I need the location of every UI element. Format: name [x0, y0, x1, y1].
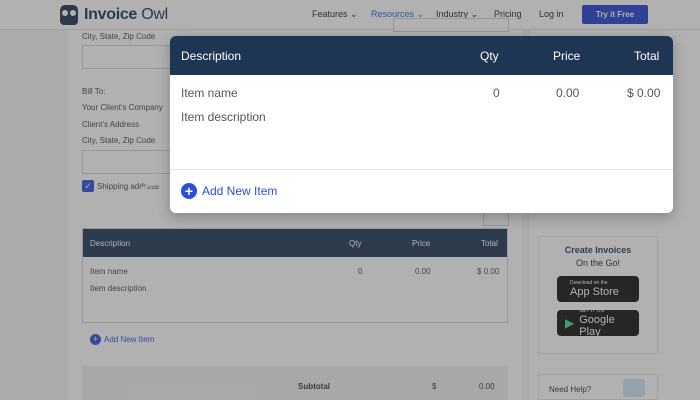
callout-item-price[interactable]: 0.00	[556, 86, 579, 100]
callout-item-total: $ 0.00	[627, 86, 661, 100]
callout-col-description: Description	[181, 49, 242, 63]
callout-add-new-item-label: Add New Item	[202, 184, 278, 198]
callout-item-name[interactable]: Item name	[181, 86, 238, 100]
table-row: Item name 0 0.00 $ 0.00 Item description	[170, 75, 673, 170]
plus-icon: +	[181, 183, 197, 199]
callout-item-description[interactable]: Item description	[181, 110, 266, 124]
callout-col-price: Price	[553, 49, 581, 63]
callout-col-total: Total	[634, 49, 660, 63]
callout-item-qty[interactable]: 0	[493, 86, 500, 100]
items-table-callout: Description Qty Price Total Item name 0 …	[170, 36, 673, 213]
callout-add-new-item-button[interactable]: + Add New Item	[181, 183, 277, 199]
callout-table-header: Description Qty Price Total	[170, 36, 673, 75]
callout-col-qty: Qty	[480, 49, 499, 63]
